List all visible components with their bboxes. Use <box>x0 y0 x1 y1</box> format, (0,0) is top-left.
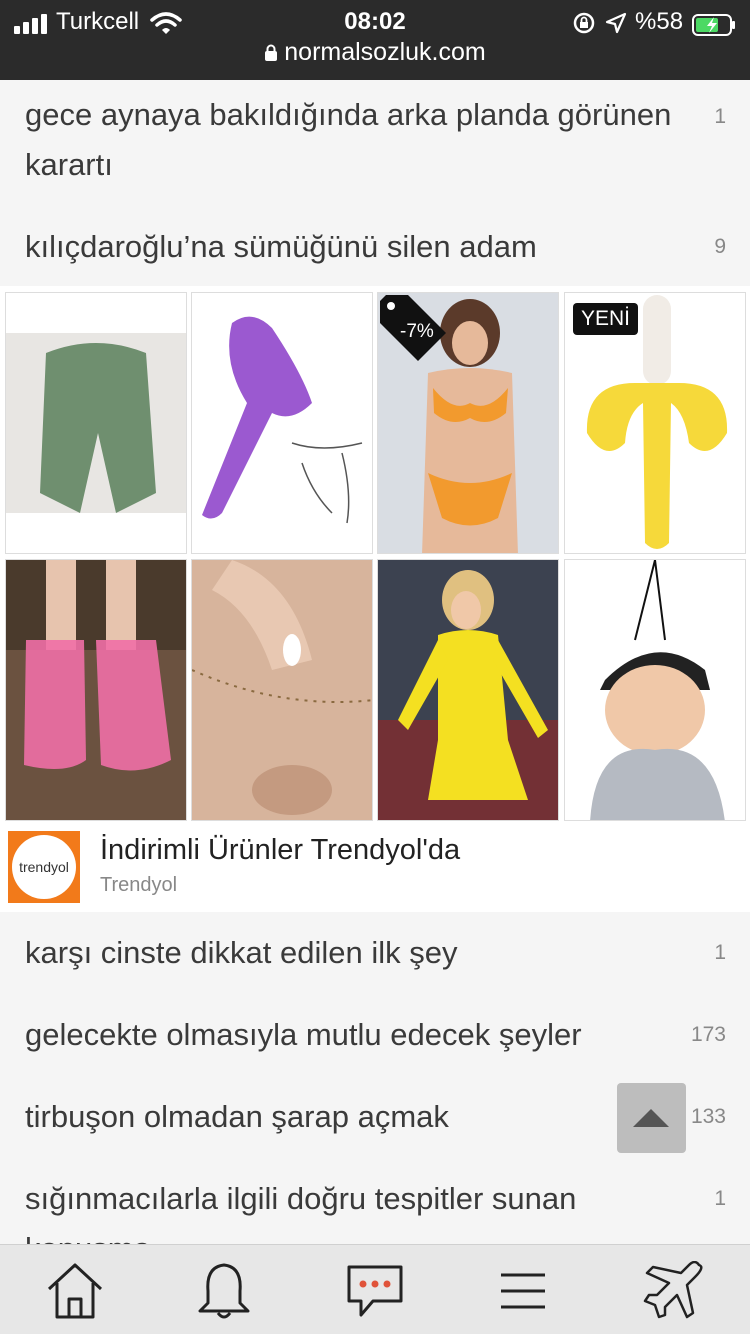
product-image <box>192 560 372 820</box>
logo-text: trendyol <box>12 835 76 899</box>
ad-product-leggings[interactable] <box>5 292 187 554</box>
padlock-icon <box>265 44 278 62</box>
product-image <box>378 560 558 820</box>
ad-product-bikini[interactable]: -7% <box>377 292 559 554</box>
nav-send[interactable] <box>643 1260 707 1321</box>
nav-notifications[interactable] <box>192 1261 256 1321</box>
topic-item[interactable]: gece aynaya bakıldığında arka planda gör… <box>0 90 750 190</box>
product-image <box>6 333 186 553</box>
topic-title: kılıçdaroğlu’na sümüğünü silen adam <box>25 229 537 264</box>
ad-product-funnel[interactable] <box>191 292 373 554</box>
topic-item[interactable]: kılıçdaroğlu’na sümüğünü silen adam 9 <box>0 222 750 272</box>
location-icon <box>605 12 627 34</box>
arrow-up-icon <box>633 1109 669 1127</box>
ad-title[interactable]: İndirimli Ürünler Trendyol'da <box>100 834 460 867</box>
ad-product-boots[interactable] <box>5 559 187 821</box>
home-icon <box>47 1263 103 1319</box>
status-bar: Turkcell 08:02 %58 normalsozluk.com <box>0 0 750 80</box>
topic-count: 1 <box>714 105 726 128</box>
topic-item[interactable]: gelecekte olmasıyla mutlu edecek şeyler … <box>0 1010 750 1060</box>
product-image <box>6 560 186 820</box>
bell-icon <box>198 1263 250 1319</box>
message-icon <box>347 1265 403 1317</box>
menu-icon <box>501 1273 545 1309</box>
topic-title: tirbuşon olmadan şarap açmak <box>25 1099 449 1134</box>
nav-menu[interactable] <box>491 1261 555 1321</box>
topic-count: 9 <box>714 235 726 258</box>
topic-count: 1 <box>714 941 726 964</box>
bottom-nav <box>0 1244 750 1334</box>
nav-home[interactable] <box>43 1261 107 1321</box>
battery-percentage: %58 <box>635 8 684 35</box>
topic-item[interactable]: karşı cinste dikkat edilen ilk şey 1 <box>0 928 750 978</box>
topic-count: 1 <box>714 1187 726 1210</box>
ad-product-yellow-dress[interactable] <box>377 559 559 821</box>
ad-product-waist-chain[interactable] <box>191 559 373 821</box>
rotation-lock-icon <box>573 12 595 34</box>
ad-product-teether[interactable]: YENİ <box>564 292 746 554</box>
new-badge: YENİ <box>573 303 639 335</box>
topic-count: 133 <box>690 1105 726 1128</box>
product-image <box>565 560 745 820</box>
topic-title: sığınmacılarla ilgili doğru tespitler su… <box>25 1181 577 1244</box>
plane-icon <box>643 1260 703 1319</box>
address-bar[interactable]: normalsozluk.com <box>0 38 750 67</box>
nav-messages[interactable] <box>343 1261 407 1321</box>
ad-footer[interactable]: trendyol İndirimli Ürünler Trendyol'da T… <box>0 828 750 912</box>
discount-label: -7% <box>400 321 434 342</box>
topic-title: karşı cinste dikkat edilen ilk şey <box>25 935 458 970</box>
ad-product-car-freshener[interactable] <box>564 559 746 821</box>
url-text: normalsozluk.com <box>284 38 486 66</box>
product-image <box>192 293 372 553</box>
trendyol-logo: trendyol <box>8 831 80 903</box>
battery-icon <box>692 14 735 36</box>
topic-title: gelecekte olmasıyla mutlu edecek şeyler <box>25 1017 582 1052</box>
scroll-top-button[interactable] <box>617 1083 686 1153</box>
topic-item[interactable]: sığınmacılarla ilgili doğru tespitler su… <box>0 1174 750 1244</box>
topic-title: gece aynaya bakıldığında arka planda gör… <box>25 97 672 182</box>
ad-advertiser: Trendyol <box>100 874 178 896</box>
topic-count: 173 <box>690 1023 726 1046</box>
ad-block[interactable]: -7% YENİ trendyol İndirimli Ürünler Tren… <box>0 286 750 912</box>
